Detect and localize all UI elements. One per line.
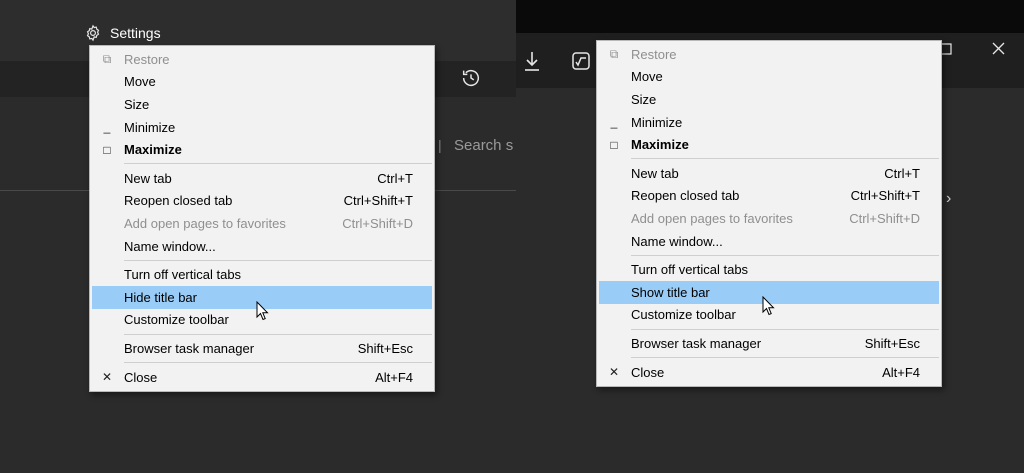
menu-item-restore: ⧉ Restore <box>597 43 941 66</box>
menu-close-icon: ✕ <box>608 365 620 380</box>
history-icon[interactable] <box>460 67 482 94</box>
menu-minimize-icon: _ <box>103 120 111 135</box>
menu-item-browser-task-manager[interactable]: Browser task manager Shift+Esc <box>597 332 941 355</box>
search-box-text[interactable]: Search s <box>454 137 513 154</box>
menu-item-shortcut: Alt+F4 <box>882 364 920 380</box>
menu-item-shortcut: Ctrl+T <box>884 165 920 181</box>
menu-item-shortcut: Ctrl+Shift+T <box>343 193 413 209</box>
menu-item-label: Size <box>124 96 150 112</box>
menu-restore-icon: ⧉ <box>609 46 619 61</box>
right-browser-window: › ⧉ Restore Move Size _ Minimize □ Maximize New … <box>516 0 1024 473</box>
menu-item-label: Move <box>631 69 663 85</box>
menu-item-label: Name window... <box>631 233 723 249</box>
menu-item-close[interactable]: ✕ Close Alt+F4 <box>597 361 941 384</box>
menu-item-name-window[interactable]: Name window... <box>597 230 941 253</box>
menu-item-shortcut: Ctrl+Shift+D <box>849 210 920 226</box>
close-icon[interactable] <box>992 42 1005 60</box>
math-solver-icon[interactable] <box>570 50 592 77</box>
menu-item-size[interactable]: Size <box>90 93 434 116</box>
menu-item-label: Turn off vertical tabs <box>631 262 749 278</box>
title-bar-dark <box>516 0 1024 33</box>
download-icon[interactable] <box>522 50 542 77</box>
menu-separator <box>124 259 432 261</box>
menu-item-maximize[interactable]: □ Maximize <box>90 138 434 161</box>
menu-item-reopen-closed-tab[interactable]: Reopen closed tab Ctrl+Shift+T <box>597 185 941 208</box>
menu-item-browser-task-manager[interactable]: Browser task manager Shift+Esc <box>90 337 434 360</box>
menu-item-label: Restore <box>124 51 170 67</box>
menu-item-new-tab[interactable]: New tab Ctrl+T <box>597 162 941 185</box>
menu-item-label: Reopen closed tab <box>631 188 740 204</box>
gear-icon <box>86 24 100 42</box>
menu-item-label: Name window... <box>124 238 216 254</box>
menu-separator <box>124 163 432 165</box>
menu-item-shortcut: Alt+F4 <box>375 369 413 385</box>
menu-item-add-open-pages-to-favorites: Add open pages to favorites Ctrl+Shift+D <box>597 207 941 230</box>
menu-item-minimize[interactable]: _ Minimize <box>90 116 434 139</box>
menu-separator <box>631 158 939 160</box>
menu-item-label: Restore <box>631 46 677 62</box>
menu-item-label: Close <box>124 369 158 385</box>
menu-separator <box>631 328 939 330</box>
menu-item-maximize[interactable]: □ Maximize <box>597 133 941 156</box>
menu-maximize-icon: □ <box>610 137 618 152</box>
menu-item-restore: ⧉ Restore <box>90 48 434 71</box>
menu-separator <box>124 362 432 364</box>
menu-item-label: Browser task manager <box>124 340 255 356</box>
menu-item-label: Move <box>124 74 156 90</box>
menu-restore-icon: ⧉ <box>102 51 112 66</box>
menu-item-size[interactable]: Size <box>597 88 941 111</box>
menu-item-label: Turn off vertical tabs <box>124 267 242 283</box>
menu-item-label: Add open pages to favorites <box>631 210 793 226</box>
menu-item-shortcut: Ctrl+T <box>377 170 413 186</box>
menu-separator <box>124 333 432 335</box>
menu-separator <box>631 357 939 359</box>
menu-item-label: Browser task manager <box>631 335 762 351</box>
menu-item-label: Minimize <box>124 119 176 135</box>
menu-item-shortcut: Shift+Esc <box>357 340 413 356</box>
menu-item-minimize[interactable]: _ Minimize <box>597 111 941 134</box>
menu-item-label: Size <box>631 91 657 107</box>
menu-close-icon: ✕ <box>101 370 113 385</box>
menu-item-turn-off-vertical-tabs[interactable]: Turn off vertical tabs <box>597 258 941 281</box>
chevron-right-icon[interactable]: › <box>946 190 951 208</box>
window-context-menu: ⧉ Restore Move Size _ Minimize □ Maximize New ta… <box>89 45 435 392</box>
menu-separator <box>631 254 939 256</box>
menu-item-label: Reopen closed tab <box>124 193 233 209</box>
menu-item-close[interactable]: ✕ Close Alt+F4 <box>90 366 434 389</box>
mouse-cursor-icon <box>762 296 775 316</box>
menu-item-label: Maximize <box>631 137 689 153</box>
menu-item-shortcut: Ctrl+Shift+T <box>850 188 920 204</box>
menu-item-label: Maximize <box>124 142 182 158</box>
menu-item-label: New tab <box>124 170 172 186</box>
menu-item-label: Minimize <box>631 114 683 130</box>
menu-item-new-tab[interactable]: New tab Ctrl+T <box>90 167 434 190</box>
menu-item-label: New tab <box>631 165 679 181</box>
menu-item-turn-off-vertical-tabs[interactable]: Turn off vertical tabs <box>90 263 434 286</box>
menu-item-reopen-closed-tab[interactable]: Reopen closed tab Ctrl+Shift+T <box>90 190 434 213</box>
menu-item-name-window[interactable]: Name window... <box>90 235 434 258</box>
window-context-menu: ⧉ Restore Move Size _ Minimize □ Maximize New ta… <box>596 40 942 387</box>
menu-maximize-icon: □ <box>103 142 111 157</box>
menu-item-label: Close <box>631 364 665 380</box>
menu-item-move[interactable]: Move <box>597 66 941 89</box>
menu-item-add-open-pages-to-favorites: Add open pages to favorites Ctrl+Shift+D <box>90 212 434 235</box>
menu-item-shortcut: Ctrl+Shift+D <box>342 215 413 231</box>
menu-item-shortcut: Shift+Esc <box>864 335 920 351</box>
menu-item-label: Add open pages to favorites <box>124 215 286 231</box>
menu-item-move[interactable]: Move <box>90 71 434 94</box>
search-separator: | <box>438 137 442 153</box>
window-title: Settings <box>84 23 161 43</box>
left-browser-window: Settings | Search s ⧉ Restore Move Size _ Min… <box>0 0 516 473</box>
mouse-cursor-icon <box>256 301 269 321</box>
menu-minimize-icon: _ <box>610 115 618 130</box>
window-title-text: Settings <box>110 25 161 41</box>
